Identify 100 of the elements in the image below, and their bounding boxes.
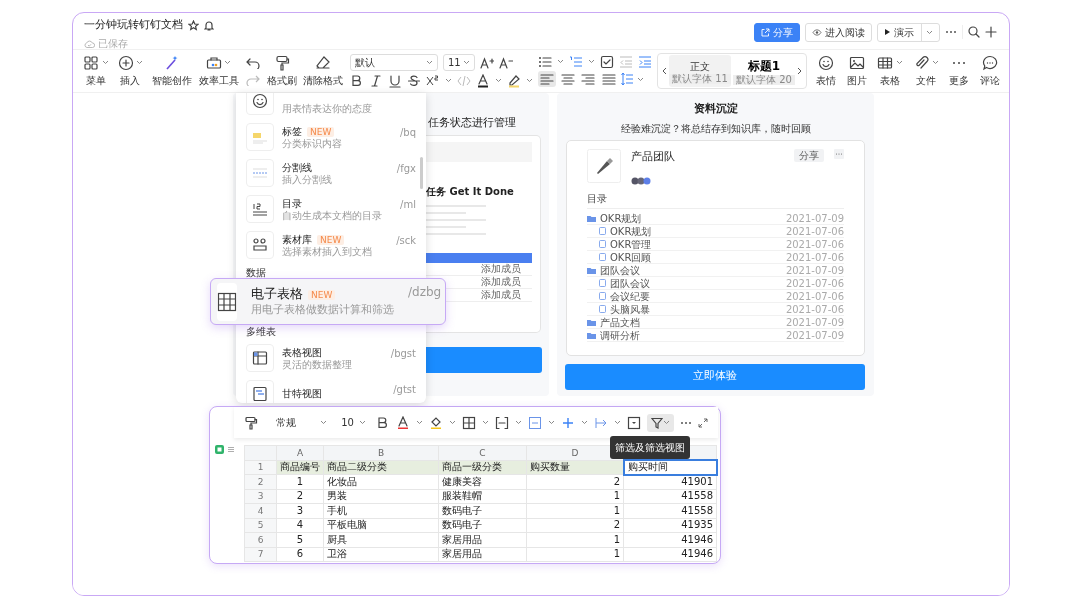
toolbar-button[interactable]: 智能创作	[150, 54, 194, 88]
present-button[interactable]: 演示	[877, 22, 940, 42]
align-icon[interactable]	[528, 415, 542, 430]
table-cell[interactable]: 4	[276, 518, 324, 533]
column-header[interactable]: C	[438, 445, 527, 460]
toolbar-button[interactable]: 表格	[873, 54, 907, 88]
underline-icon[interactable]	[388, 73, 402, 88]
tree-item[interactable]: 产品文档	[600, 314, 640, 330]
increase-font-icon[interactable]	[480, 56, 494, 69]
table-cell[interactable]: 家居用品	[438, 532, 527, 547]
more-icon[interactable]	[945, 30, 957, 34]
highlighter-icon[interactable]	[507, 73, 521, 88]
table-cell[interactable]: 家居用品	[438, 547, 527, 562]
freeze-icon[interactable]	[594, 415, 608, 430]
search-icon[interactable]	[968, 26, 980, 38]
table-cell[interactable]: 手机	[323, 503, 439, 518]
italic-icon[interactable]	[369, 73, 383, 88]
bold-icon[interactable]	[350, 73, 364, 88]
table-cell[interactable]: 1	[276, 474, 324, 489]
menu-item[interactable]: 分割线 插入分割线 /fgx	[246, 155, 416, 191]
table-cell[interactable]: 2	[526, 518, 624, 533]
member-link[interactable]: 添加成员	[481, 287, 521, 302]
table-cell[interactable]: 6	[276, 547, 324, 562]
table-cell[interactable]: 2	[526, 474, 624, 489]
toolbar-button[interactable]: 格式刷	[264, 54, 299, 88]
filter-button[interactable]	[647, 413, 674, 432]
table-cell[interactable]: 41558	[623, 503, 717, 518]
table-cell[interactable]: 1	[526, 547, 624, 562]
plus-icon[interactable]	[985, 26, 997, 38]
text-color-icon[interactable]	[476, 73, 490, 88]
table-cell[interactable]: 41558	[623, 489, 717, 504]
table-cell[interactable]: 1	[526, 532, 624, 547]
table-cell[interactable]: 平板电脑	[323, 518, 439, 533]
tree-item[interactable]: 会议纪要	[610, 288, 650, 304]
toolbar-button[interactable]: 菜单	[81, 54, 111, 88]
column-header[interactable]: A	[276, 445, 324, 460]
chevron-right-icon[interactable]	[797, 67, 802, 75]
table-cell[interactable]: 1	[526, 503, 624, 518]
table-cell[interactable]: 数码电子	[438, 518, 527, 533]
table-cell[interactable]: 41946	[623, 532, 717, 547]
table-cell[interactable]: 41901	[623, 474, 717, 489]
table-cell[interactable]: 2	[276, 489, 324, 504]
fill-color-icon[interactable]	[429, 415, 443, 430]
align-left-button[interactable]	[538, 71, 556, 88]
share-button[interactable]: 分享	[754, 22, 800, 42]
undo-icon[interactable]	[245, 56, 260, 69]
insert-icon[interactable]	[561, 415, 575, 430]
tree-item[interactable]: OKR规划	[610, 223, 652, 239]
chevron-left-icon[interactable]	[662, 67, 667, 75]
table-cell[interactable]: 服装鞋帽	[438, 489, 527, 504]
toolbar-button[interactable]: 表情	[812, 54, 840, 88]
share-button[interactable]: 分享	[794, 148, 824, 162]
paint-roller-icon[interactable]	[244, 415, 258, 430]
number-format-select[interactable]: 常规	[272, 414, 332, 431]
toolbar-button[interactable]: 效率工具	[196, 54, 241, 88]
decrease-font-icon[interactable]	[499, 56, 513, 69]
table-cell[interactable]: 购买时间	[623, 460, 717, 475]
toolbar-button[interactable]: 更多	[945, 54, 973, 88]
tree-item[interactable]: 调研分析	[600, 327, 640, 343]
font-size-select[interactable]: 11	[443, 54, 475, 72]
bold-icon[interactable]	[376, 415, 390, 430]
font-select[interactable]: 默认	[350, 54, 438, 72]
tree-item[interactable]: 团队会议	[600, 262, 640, 278]
table-cell[interactable]: 41935	[623, 518, 717, 533]
text-color-icon[interactable]	[396, 415, 410, 430]
superscript-icon[interactable]	[426, 73, 440, 88]
more-icon[interactable]	[680, 420, 692, 425]
borders-icon[interactable]	[462, 415, 476, 430]
table-cell[interactable]: 化妆品	[323, 474, 439, 489]
sheet-icon[interactable]	[215, 445, 224, 454]
strikethrough-icon[interactable]	[407, 73, 421, 88]
bell-icon[interactable]	[204, 19, 214, 31]
menu-item[interactable]: 素材库 NEW 选择素材插入到文档 /sck	[246, 227, 416, 263]
table-cell[interactable]: 1	[526, 489, 624, 504]
table-cell[interactable]: 3	[276, 503, 324, 518]
bullet-list-icon[interactable]	[538, 54, 552, 69]
merge-cells-icon[interactable]	[495, 415, 509, 430]
toolbar-button[interactable]: 插入	[115, 54, 145, 88]
table-cell[interactable]: 数码电子	[438, 503, 527, 518]
column-header[interactable]: B	[323, 445, 439, 460]
star-icon[interactable]	[188, 19, 199, 31]
menu-item[interactable]: 电子表格 NEW 用电子表格做数据计算和筛选 /dzbg	[210, 278, 446, 325]
style-option[interactable]: 正文 默认字体 11	[669, 55, 731, 87]
dropdown-icon[interactable]	[627, 415, 641, 430]
tree-item[interactable]: OKR规划	[600, 210, 642, 226]
tree-item[interactable]: OKR管理	[610, 236, 652, 252]
table-cell[interactable]: 健康美容	[438, 474, 527, 489]
member-link[interactable]: 添加成员	[481, 274, 521, 289]
table-cell[interactable]: 男装	[323, 489, 439, 504]
toolbar-button[interactable]: 评论	[975, 54, 1004, 88]
tree-item[interactable]: OKR回顾	[610, 249, 652, 265]
toolbar-button[interactable]: 图片	[842, 54, 871, 88]
tree-item[interactable]: 团队会议	[610, 275, 650, 291]
table-cell[interactable]: 厨具	[323, 532, 439, 547]
toolbar-button[interactable]: 文件	[909, 54, 943, 88]
expand-icon[interactable]	[698, 417, 708, 428]
tree-item[interactable]: 头脑风暴	[610, 301, 650, 317]
member-link[interactable]: 添加成员	[481, 261, 521, 276]
checkbox-icon[interactable]	[600, 54, 614, 69]
toolbar-button[interactable]: 清除格式	[301, 54, 345, 88]
